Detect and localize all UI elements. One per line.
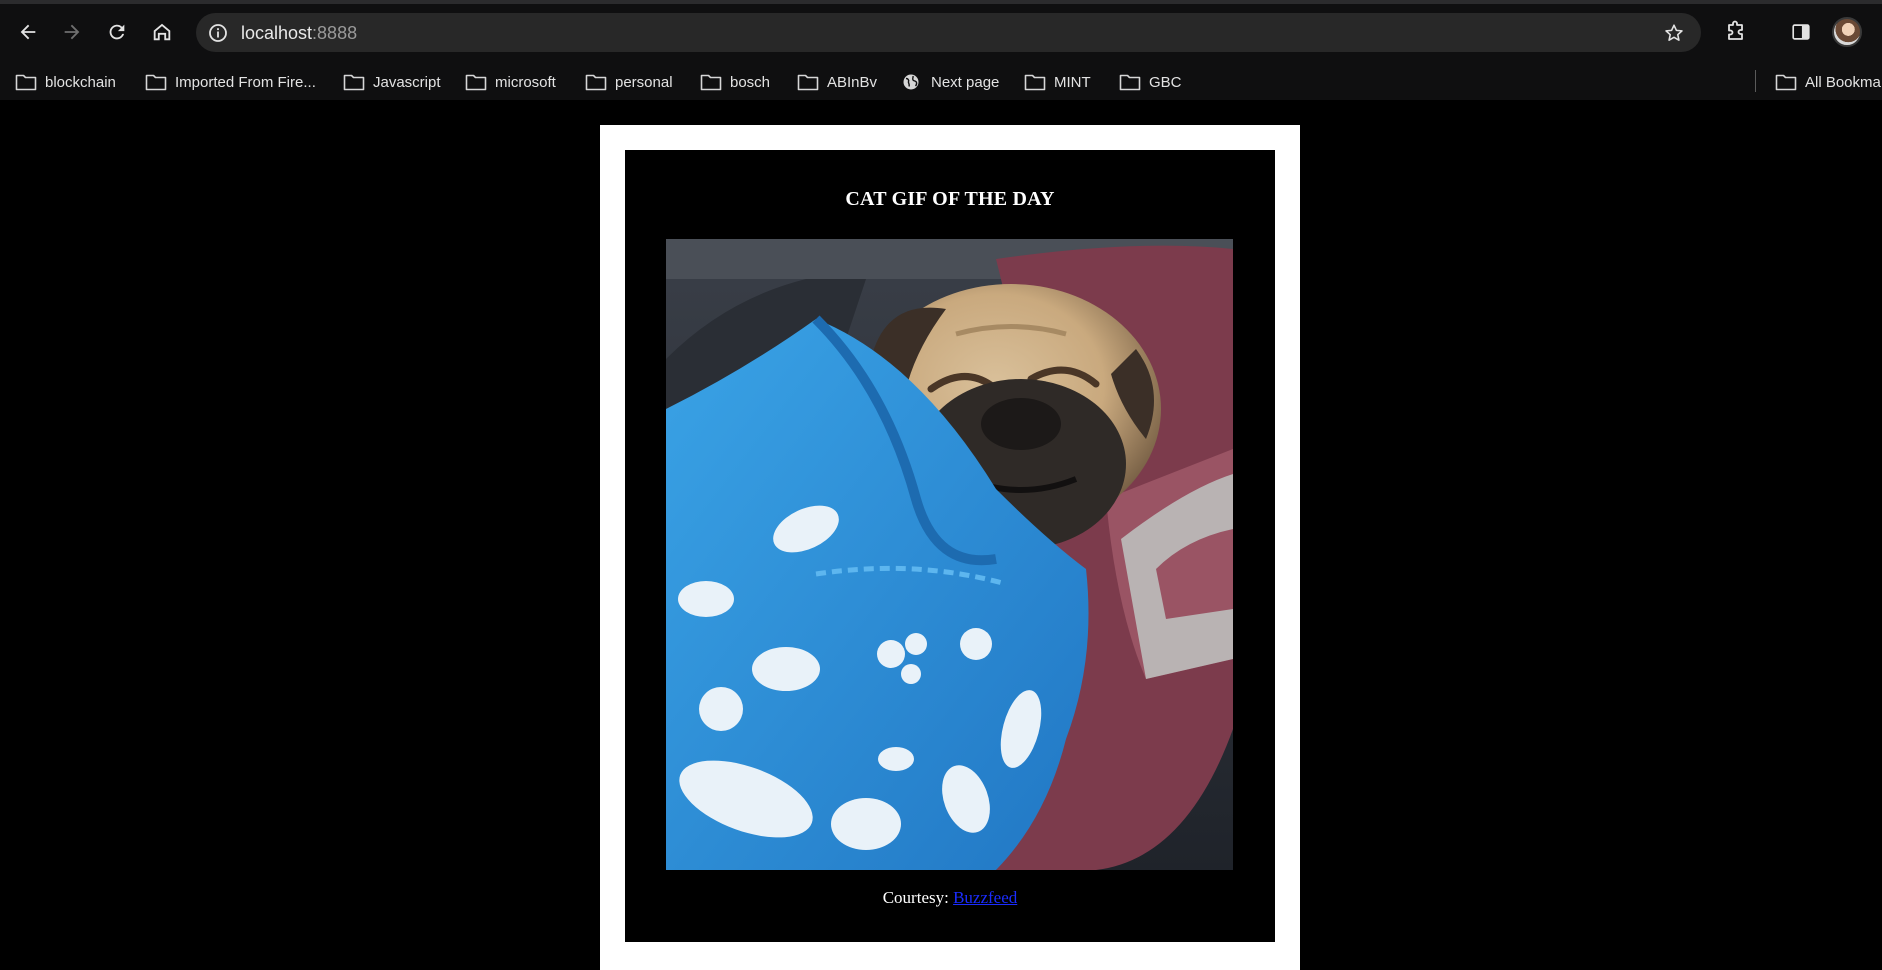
url-port: :8888 [312,23,358,43]
bookmark-javascript[interactable]: Javascript [343,70,441,94]
bookmark-bosch[interactable]: bosch [700,70,770,94]
reload-button[interactable] [101,16,133,48]
bookmarks-divider [1755,70,1756,92]
side-panel-button[interactable] [1787,18,1815,46]
bookmark-label: Imported From Fire... [175,73,316,91]
folder-icon [797,74,819,91]
back-arrow-icon [20,24,36,40]
all-bookmarks-label: All Bookma [1805,73,1881,91]
bookmark-label: microsoft [495,73,556,91]
bookmark-mint[interactable]: MINT [1024,70,1091,94]
bookmark-gbc[interactable]: GBC [1119,70,1182,94]
folder-icon [1119,74,1141,91]
courtesy-line: Courtesy: Buzzfeed [625,888,1275,908]
puzzle-icon [1728,20,1743,40]
bookmark-personal[interactable]: personal [585,70,673,94]
folder-icon [145,74,167,91]
folder-icon [1024,74,1046,91]
folder-icon [585,74,607,91]
address-bar[interactable]: localhost:8888 [196,13,1701,52]
forward-button[interactable] [56,16,88,48]
gif-card: CAT GIF OF THE DAY Courtesy: Buzzfeed [625,150,1275,942]
bookmark-blockchain[interactable]: blockchain [15,70,116,94]
url-host: localhost [241,23,313,43]
extensions-button[interactable] [1722,18,1750,46]
all-bookmarks-button[interactable]: All Bookma [1775,70,1881,94]
bookmark-label: personal [615,73,673,91]
pug-gif-image [666,239,1233,870]
folder-icon [15,74,37,91]
side-panel-icon [1792,24,1810,40]
bookmark-imported-from-firefox[interactable]: Imported From Fire... [145,70,316,94]
reload-icon [109,24,125,40]
page-title: CAT GIF OF THE DAY [845,188,1055,210]
bookmark-label: GBC [1149,73,1182,91]
forward-arrow-icon [64,24,80,40]
pug-illustration [666,239,1233,870]
back-button[interactable] [12,16,44,48]
home-button[interactable] [146,16,178,48]
bookmark-label: Next page [931,73,1000,91]
bookmark-label: ABInBv [827,73,878,91]
bookmark-label: blockchain [45,73,116,91]
tab-strip [0,0,1882,4]
url-text[interactable]: localhost:8888 [241,22,357,44]
bookmarks-bar: blockchain Imported From Fire... Javascr… [0,64,1882,100]
folder-icon [465,74,487,91]
courtesy-label: Courtesy: [882,888,949,907]
site-info-icon[interactable] [208,23,228,43]
folder-icon [1775,74,1797,91]
folder-icon [343,74,365,91]
bookmark-label: bosch [730,73,771,91]
bookmark-label: MINT [1054,73,1091,91]
bookmark-next-page[interactable]: Next page [901,70,999,94]
bookmark-star-icon[interactable] [1663,22,1685,44]
folder-icon [700,74,722,91]
browser-toolbar: localhost:8888 [0,0,1882,64]
bookmark-abinbv[interactable]: ABInBv [797,70,877,94]
home-icon [153,23,171,41]
profile-avatar[interactable] [1832,17,1862,47]
globe-icon [903,74,919,90]
bookmark-microsoft[interactable]: microsoft [465,70,556,94]
bookmark-label: Javascript [373,73,441,91]
buzzfeed-link[interactable]: Buzzfeed [953,888,1017,907]
